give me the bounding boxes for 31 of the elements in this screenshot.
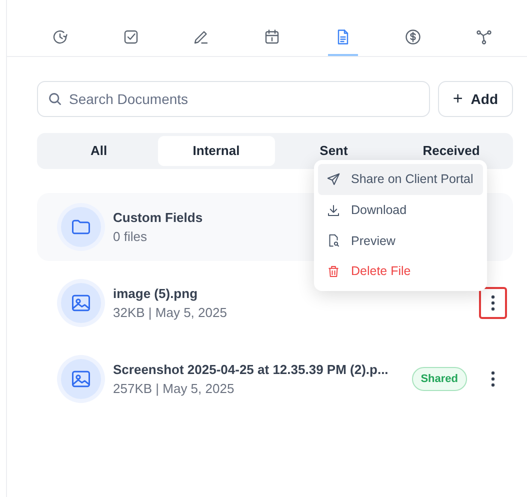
menu-item[interactable]: Share on Client Portal [318,164,483,195]
pen-icon [192,28,210,46]
send-icon [326,172,341,187]
image-icon [70,292,92,314]
calendar-icon [262,28,281,46]
filter-tab[interactable]: All [40,136,158,166]
add-button[interactable]: + Add [438,81,513,117]
menu-item[interactable]: Download [318,194,483,226]
file-name: Screenshot 2025-04-25 at 12.35.39 PM (2).p... [113,360,388,379]
search-icon [48,92,62,106]
file-meta: 32KB | May 5, 2025 [113,304,227,322]
checkbox-icon [122,28,140,46]
file-name: Custom Fields [113,208,203,226]
file-meta: 257KB | May 5, 2025 [113,380,234,398]
filter-tab[interactable]: Sent [275,136,392,166]
trash-icon [326,264,341,280]
filter-tab[interactable]: Received [392,136,510,166]
network-icon [474,28,493,46]
download-icon [326,202,341,218]
file-meta: 0 files [113,228,147,246]
image-icon [70,368,92,390]
dollar-icon [404,28,422,46]
search-field[interactable]: Search Documents [37,81,430,117]
menu-item[interactable]: Preview [318,226,483,256]
file-name: image (5).png [113,284,198,303]
status-badge: Shared [412,366,467,392]
history-icon [51,28,70,46]
more-icon [491,295,495,311]
filter-tab[interactable]: Internal [158,136,275,166]
plus-icon: + [452,86,463,112]
more-icon [491,371,495,387]
